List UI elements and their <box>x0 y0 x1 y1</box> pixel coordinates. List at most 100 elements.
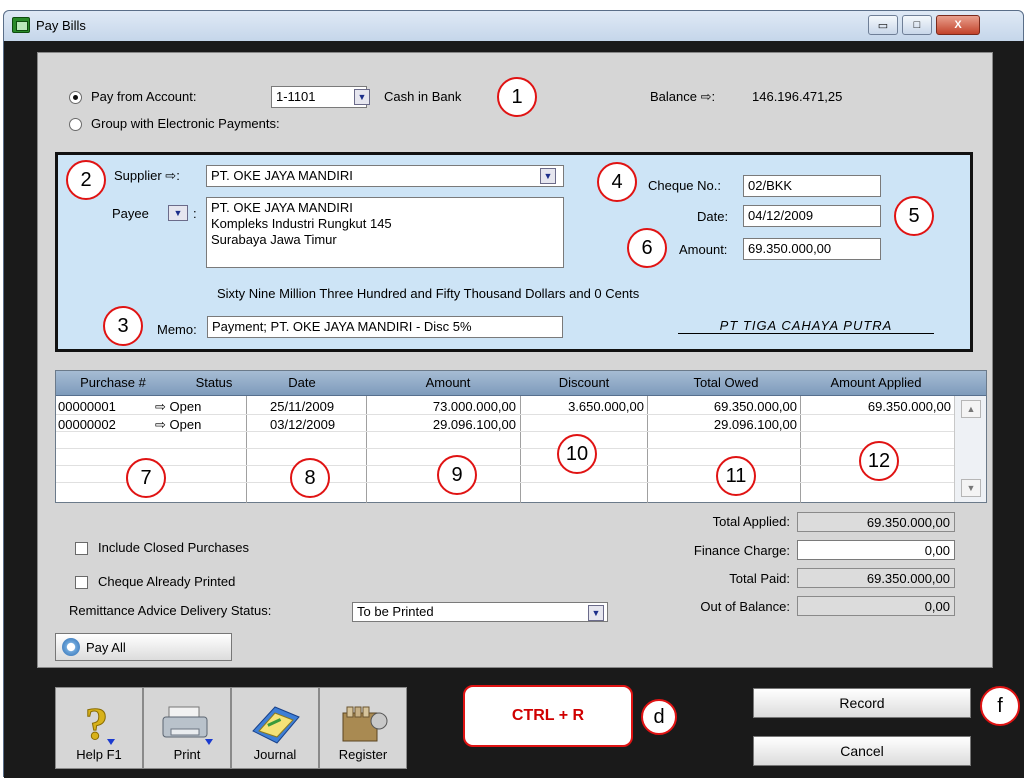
memo-value: Payment; PT. OKE JAYA MANDIRI - Disc 5% <box>212 319 472 334</box>
cheque-no-value: 02/BKK <box>748 178 793 193</box>
row-line <box>56 448 954 449</box>
total-paid-label: Total Paid: <box>729 571 790 586</box>
date-value: 04/12/2009 <box>748 208 814 223</box>
grid-line <box>366 396 367 503</box>
callout-d: d <box>641 699 677 735</box>
row-line <box>56 465 954 466</box>
grid-line <box>647 396 648 503</box>
callout-5: 5 <box>894 196 934 236</box>
cancel-button[interactable]: Cancel <box>753 736 971 766</box>
date-field[interactable]: 04/12/2009 <box>743 205 881 227</box>
callout-9: 9 <box>437 455 477 495</box>
group-electronic-radio[interactable] <box>69 118 82 131</box>
out-of-balance-label: Out of Balance: <box>700 599 790 614</box>
amount-label: Amount: <box>679 242 728 257</box>
cheque-no-field[interactable]: 02/BKK <box>743 175 881 197</box>
title-bar: Pay Bills ▭ □ X <box>4 11 1023 41</box>
amount-applied-cell[interactable]: 69.350.000,00 <box>806 399 951 414</box>
grid-line <box>520 396 521 503</box>
journal-button[interactable]: Journal <box>231 687 319 769</box>
amount-field[interactable]: 69.350.000,00 <box>743 238 881 260</box>
row-line <box>56 482 954 483</box>
table-header: Purchase # Status Date Amount Discount T… <box>56 371 986 396</box>
remittance-dropdown-icon[interactable]: ▼ <box>588 605 604 621</box>
pay-all-button[interactable]: Pay All <box>55 633 232 661</box>
maximize-button[interactable]: □ <box>902 15 932 35</box>
supplier-dropdown-icon[interactable]: ▼ <box>540 168 556 184</box>
callout-10: 10 <box>557 434 597 474</box>
finance-charge-field[interactable]: 0,00 <box>797 540 955 560</box>
cheque-printed-checkbox[interactable] <box>75 576 88 589</box>
pay-all-label: Pay All <box>86 639 126 655</box>
payee-line-1: PT. OKE JAYA MANDIRI <box>211 200 353 215</box>
table-scrollbar[interactable]: ▲ ▼ <box>954 396 986 502</box>
pay-from-account-label: Pay from Account: <box>91 89 197 104</box>
record-button[interactable]: Record <box>753 688 971 718</box>
col-purchase[interactable]: Purchase # <box>70 375 156 390</box>
close-button[interactable]: X <box>936 15 980 35</box>
col-total-owed[interactable]: Total Owed <box>681 375 771 390</box>
group-electronic-label: Group with Electronic Payments: <box>91 116 280 131</box>
account-name: Cash in Bank <box>384 89 462 104</box>
register-label: Register <box>338 747 388 762</box>
col-date[interactable]: Date <box>272 375 332 390</box>
purchase-number: 00000001 <box>58 399 116 414</box>
cheque-no-label: Cheque No.: <box>648 178 721 193</box>
total-applied-field: 69.350.000,00 <box>797 512 955 532</box>
col-status[interactable]: Status <box>186 375 242 390</box>
help-button[interactable]: ? Help F1 <box>55 687 143 769</box>
scroll-down-icon[interactable]: ▼ <box>961 479 981 497</box>
date-cell: 03/12/2009 <box>270 417 336 432</box>
payee-line-2: Kompleks Industri Rungkut 145 <box>211 216 392 231</box>
help-icon: ? <box>85 701 115 747</box>
amount-cell: 73.000.000,00 <box>432 399 516 414</box>
grid-line <box>800 396 801 503</box>
pay-from-account-radio[interactable] <box>69 91 82 104</box>
col-amount-applied[interactable]: Amount Applied <box>814 375 938 390</box>
account-code-value: 1-1101 <box>276 89 316 104</box>
supplier-value: PT. OKE JAYA MANDIRI <box>211 168 353 183</box>
col-discount[interactable]: Discount <box>544 375 624 390</box>
print-button[interactable]: Print <box>143 687 231 769</box>
minimize-button[interactable]: ▭ <box>868 15 898 35</box>
balance-value: 146.196.471,25 <box>752 89 843 104</box>
payee-dropdown-icon[interactable]: ▼ <box>168 205 188 221</box>
include-closed-checkbox[interactable] <box>75 542 88 555</box>
callout-2: 2 <box>66 160 106 200</box>
window-title: Pay Bills <box>36 18 86 33</box>
status-cell: ⇨ Open <box>155 399 202 414</box>
cheque-printed-label: Cheque Already Printed <box>98 574 236 589</box>
register-button[interactable]: Register <box>319 687 407 769</box>
callout-4: 4 <box>597 162 637 202</box>
scroll-up-icon[interactable]: ▲ <box>961 400 981 418</box>
discount-cell[interactable]: 3.650.000,00 <box>526 399 644 414</box>
account-code-field[interactable]: 1-1101 <box>271 86 367 108</box>
remittance-label: Remittance Advice Delivery Status: <box>69 603 272 618</box>
total-owed-cell: 29.096.100,00 <box>713 417 797 432</box>
col-amount[interactable]: Amount <box>408 375 488 390</box>
amount-value: 69.350.000,00 <box>748 241 832 256</box>
payee-line-3: Surabaya Jawa Timur <box>211 232 337 247</box>
payee-label: Payee <box>112 206 149 221</box>
pay-all-icon <box>62 638 80 656</box>
status-cell: ⇨ Open <box>155 417 202 432</box>
memo-field[interactable]: Payment; PT. OKE JAYA MANDIRI - Disc 5% <box>207 316 563 338</box>
app-icon <box>12 17 30 33</box>
callout-8: 8 <box>290 458 330 498</box>
finance-charge-label: Finance Charge: <box>693 543 790 558</box>
account-dropdown-icon[interactable]: ▼ <box>354 89 370 105</box>
remittance-value: To be Printed <box>357 604 434 619</box>
callout-3: 3 <box>103 306 143 346</box>
purchases-table: Purchase # Status Date Amount Discount T… <box>55 370 987 503</box>
remittance-select[interactable]: To be Printed <box>352 602 608 622</box>
payee-address-field[interactable]: PT. OKE JAYA MANDIRI Kompleks Industri R… <box>206 197 564 268</box>
memo-label: Memo: <box>157 322 197 337</box>
journal-label: Journal <box>253 747 297 762</box>
callout-1: 1 <box>497 77 537 117</box>
callout-f: f <box>980 686 1020 726</box>
journal-icon <box>252 706 300 744</box>
supplier-field[interactable]: PT. OKE JAYA MANDIRI <box>206 165 564 187</box>
register-icon <box>342 706 388 742</box>
total-applied-label: Total Applied: <box>712 514 790 529</box>
amount-cell: 29.096.100,00 <box>432 417 516 432</box>
